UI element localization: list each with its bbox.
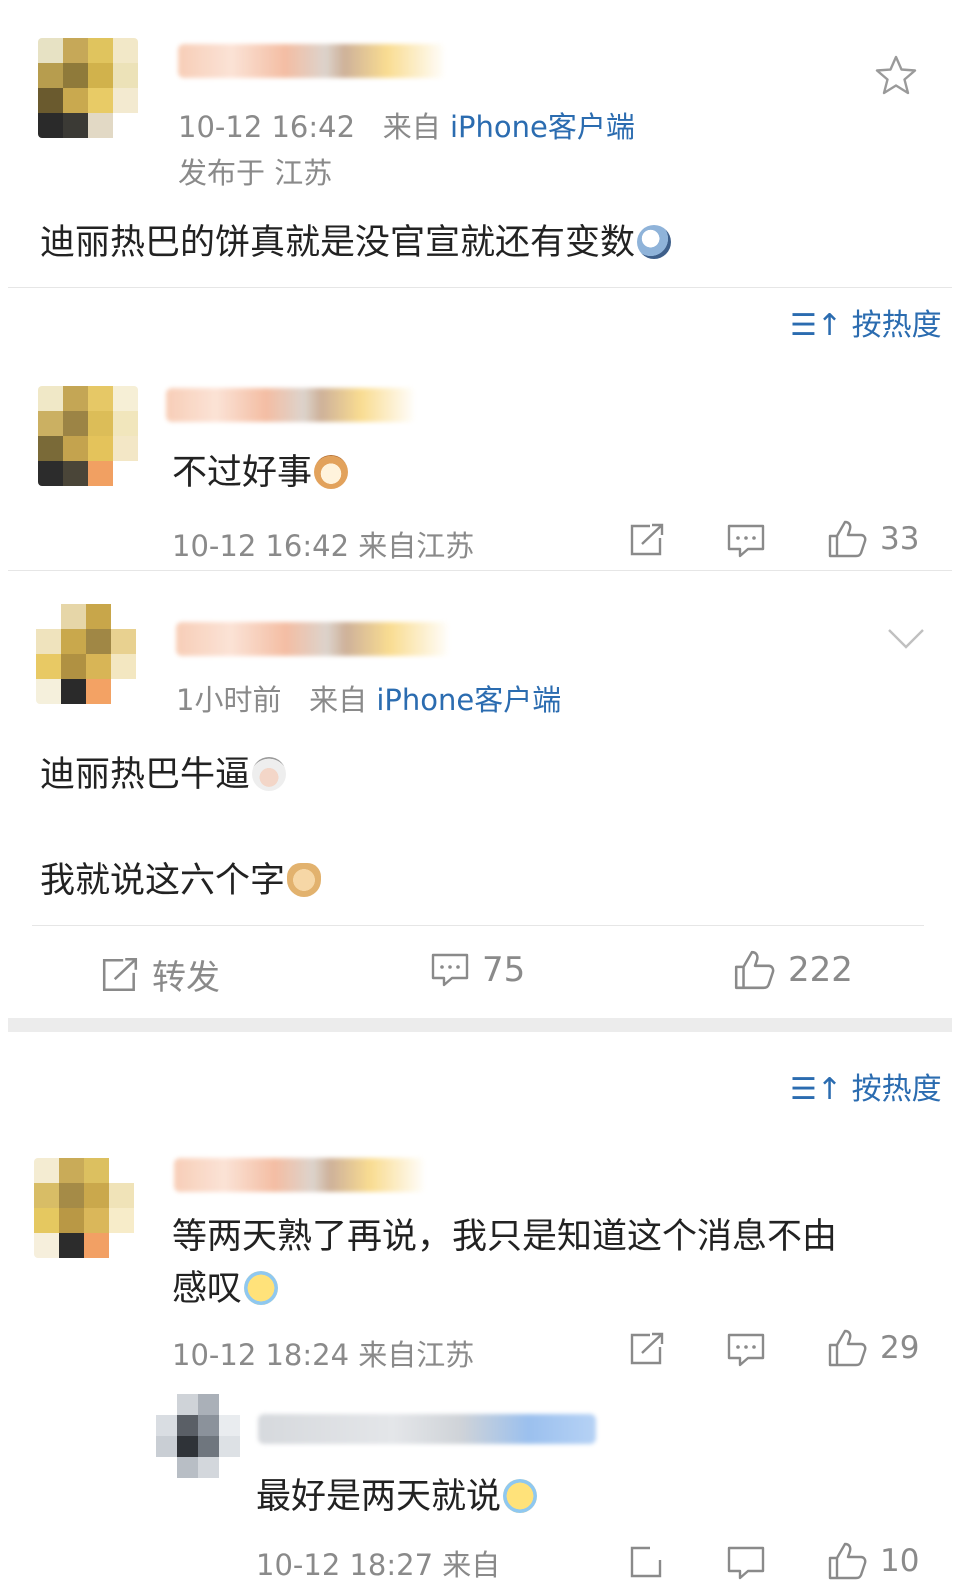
- reply-post-line2: 我就说这六个字: [40, 852, 322, 903]
- sub-reply-text-body: 最好是两天就说: [256, 1477, 502, 1517]
- sort-label: 按热度: [851, 308, 942, 343]
- post-meta: 10-12 16:42 来自 iPhone客户端: [178, 104, 635, 146]
- sub-reply-time: 10-12 18:27: [256, 1548, 434, 1582]
- commenter-name-blurred[interactable]: [174, 1158, 426, 1192]
- comment-text: 不过好事: [172, 444, 349, 495]
- reply-post-source-prefix: 来自: [309, 683, 368, 717]
- like-count: 33: [880, 521, 920, 557]
- author-name-blurred[interactable]: [178, 44, 446, 78]
- avatar[interactable]: [38, 38, 138, 138]
- comment-like-button[interactable]: 33: [826, 518, 919, 560]
- comment-like-button[interactable]: 29: [826, 1327, 919, 1369]
- reply-post-source-link[interactable]: iPhone客户端: [376, 683, 561, 717]
- comment-icon: [431, 953, 469, 987]
- thumbs-up-icon: [828, 1542, 867, 1580]
- section-separator: [8, 1018, 952, 1032]
- comment-text-body: 不过好事: [172, 453, 313, 493]
- comment-icon[interactable]: [726, 1331, 766, 1369]
- repost-icon[interactable]: [628, 1544, 666, 1580]
- repost-icon: [102, 957, 138, 991]
- sub-reply-location: 来自: [442, 1548, 501, 1582]
- post-location: 发布于 江苏: [178, 156, 333, 190]
- sort-icon: ☰↑: [790, 1072, 843, 1107]
- comment-time: 10-12 18:24: [172, 1338, 350, 1372]
- post-source-link[interactable]: iPhone客户端: [450, 110, 635, 144]
- avatar[interactable]: [38, 386, 138, 486]
- reply-post-time: 1小时前: [176, 683, 282, 717]
- dizzy-face-emoji-icon: [637, 225, 672, 259]
- thumbs-up-icon: [734, 950, 775, 990]
- like-button[interactable]: 222: [732, 948, 853, 992]
- sort-icon: ☰↑: [790, 308, 843, 343]
- post-content: 迪丽热巴的饼真就是没官宣就还有变数: [40, 214, 672, 265]
- comment-button[interactable]: 75: [430, 950, 525, 990]
- sort-by-hot-button[interactable]: ☰↑ 按热度: [790, 1064, 942, 1108]
- post-content-text: 迪丽热巴的饼真就是没官宣就还有变数: [40, 223, 636, 263]
- like-count: 10: [880, 1543, 920, 1579]
- sort-label: 按热度: [851, 1072, 942, 1107]
- cow-face-emoji-icon: [252, 757, 287, 791]
- comment-time: 10-12 16:42: [172, 529, 350, 563]
- reply-post-meta: 1小时前 来自 iPhone客户端: [176, 677, 561, 719]
- like-count: 29: [880, 1330, 920, 1366]
- comment-text-line1: 等两天熟了再说，我只是知道这个消息不由: [172, 1217, 838, 1257]
- crying-face-emoji-icon: [244, 1271, 279, 1305]
- divider: [32, 925, 924, 926]
- comment-meta: 10-12 18:24 来自江苏: [172, 1332, 474, 1374]
- sub-reply-like-button[interactable]: 10: [826, 1540, 919, 1582]
- author-name-blurred[interactable]: [176, 622, 450, 656]
- post-time: 10-12 16:42: [178, 110, 356, 144]
- star-icon[interactable]: [874, 54, 918, 96]
- avatar[interactable]: [36, 604, 136, 704]
- comment-location: 来自江苏: [358, 1338, 475, 1372]
- thumbs-up-icon: [828, 520, 867, 558]
- chevron-down-icon[interactable]: [886, 626, 926, 652]
- avatar[interactable]: [156, 1394, 240, 1478]
- sort-by-hot-button[interactable]: ☰↑ 按热度: [790, 300, 942, 344]
- divider: [8, 287, 952, 288]
- clapping-hands-emoji-icon: [287, 863, 322, 897]
- sub-reply-meta: 10-12 18:27 来自: [256, 1542, 500, 1584]
- commenter-name-blurred[interactable]: [166, 388, 416, 422]
- post-source-prefix: 来自: [382, 110, 441, 144]
- comment-count: 75: [482, 950, 526, 990]
- crying-face-emoji-icon: [503, 1479, 538, 1513]
- reply-post-line2-text: 我就说这六个字: [40, 861, 286, 901]
- comment-location: 来自江苏: [358, 529, 475, 563]
- cat-face-emoji-icon: [314, 455, 349, 489]
- comment-icon[interactable]: [726, 1544, 766, 1582]
- repost-button[interactable]: 转发: [100, 950, 220, 999]
- repost-icon[interactable]: [628, 522, 666, 558]
- comment-text-line2-body: 感叹: [172, 1269, 243, 1309]
- like-count: 222: [788, 950, 853, 990]
- repost-label: 转发: [152, 958, 220, 998]
- avatar[interactable]: [34, 1158, 134, 1258]
- reply-post-line1: 迪丽热巴牛逼: [40, 746, 287, 797]
- replier-name-blurred[interactable]: [258, 1414, 596, 1444]
- thumbs-up-icon: [828, 1329, 867, 1367]
- comment-text-line2: 感叹: [172, 1260, 279, 1311]
- comment-meta: 10-12 16:42 来自江苏: [172, 523, 474, 565]
- divider: [8, 570, 952, 571]
- repost-icon[interactable]: [628, 1331, 666, 1367]
- comment-icon[interactable]: [726, 522, 766, 560]
- sub-reply-text: 最好是两天就说: [256, 1468, 538, 1519]
- reply-post-line1-text: 迪丽热巴牛逼: [40, 755, 251, 795]
